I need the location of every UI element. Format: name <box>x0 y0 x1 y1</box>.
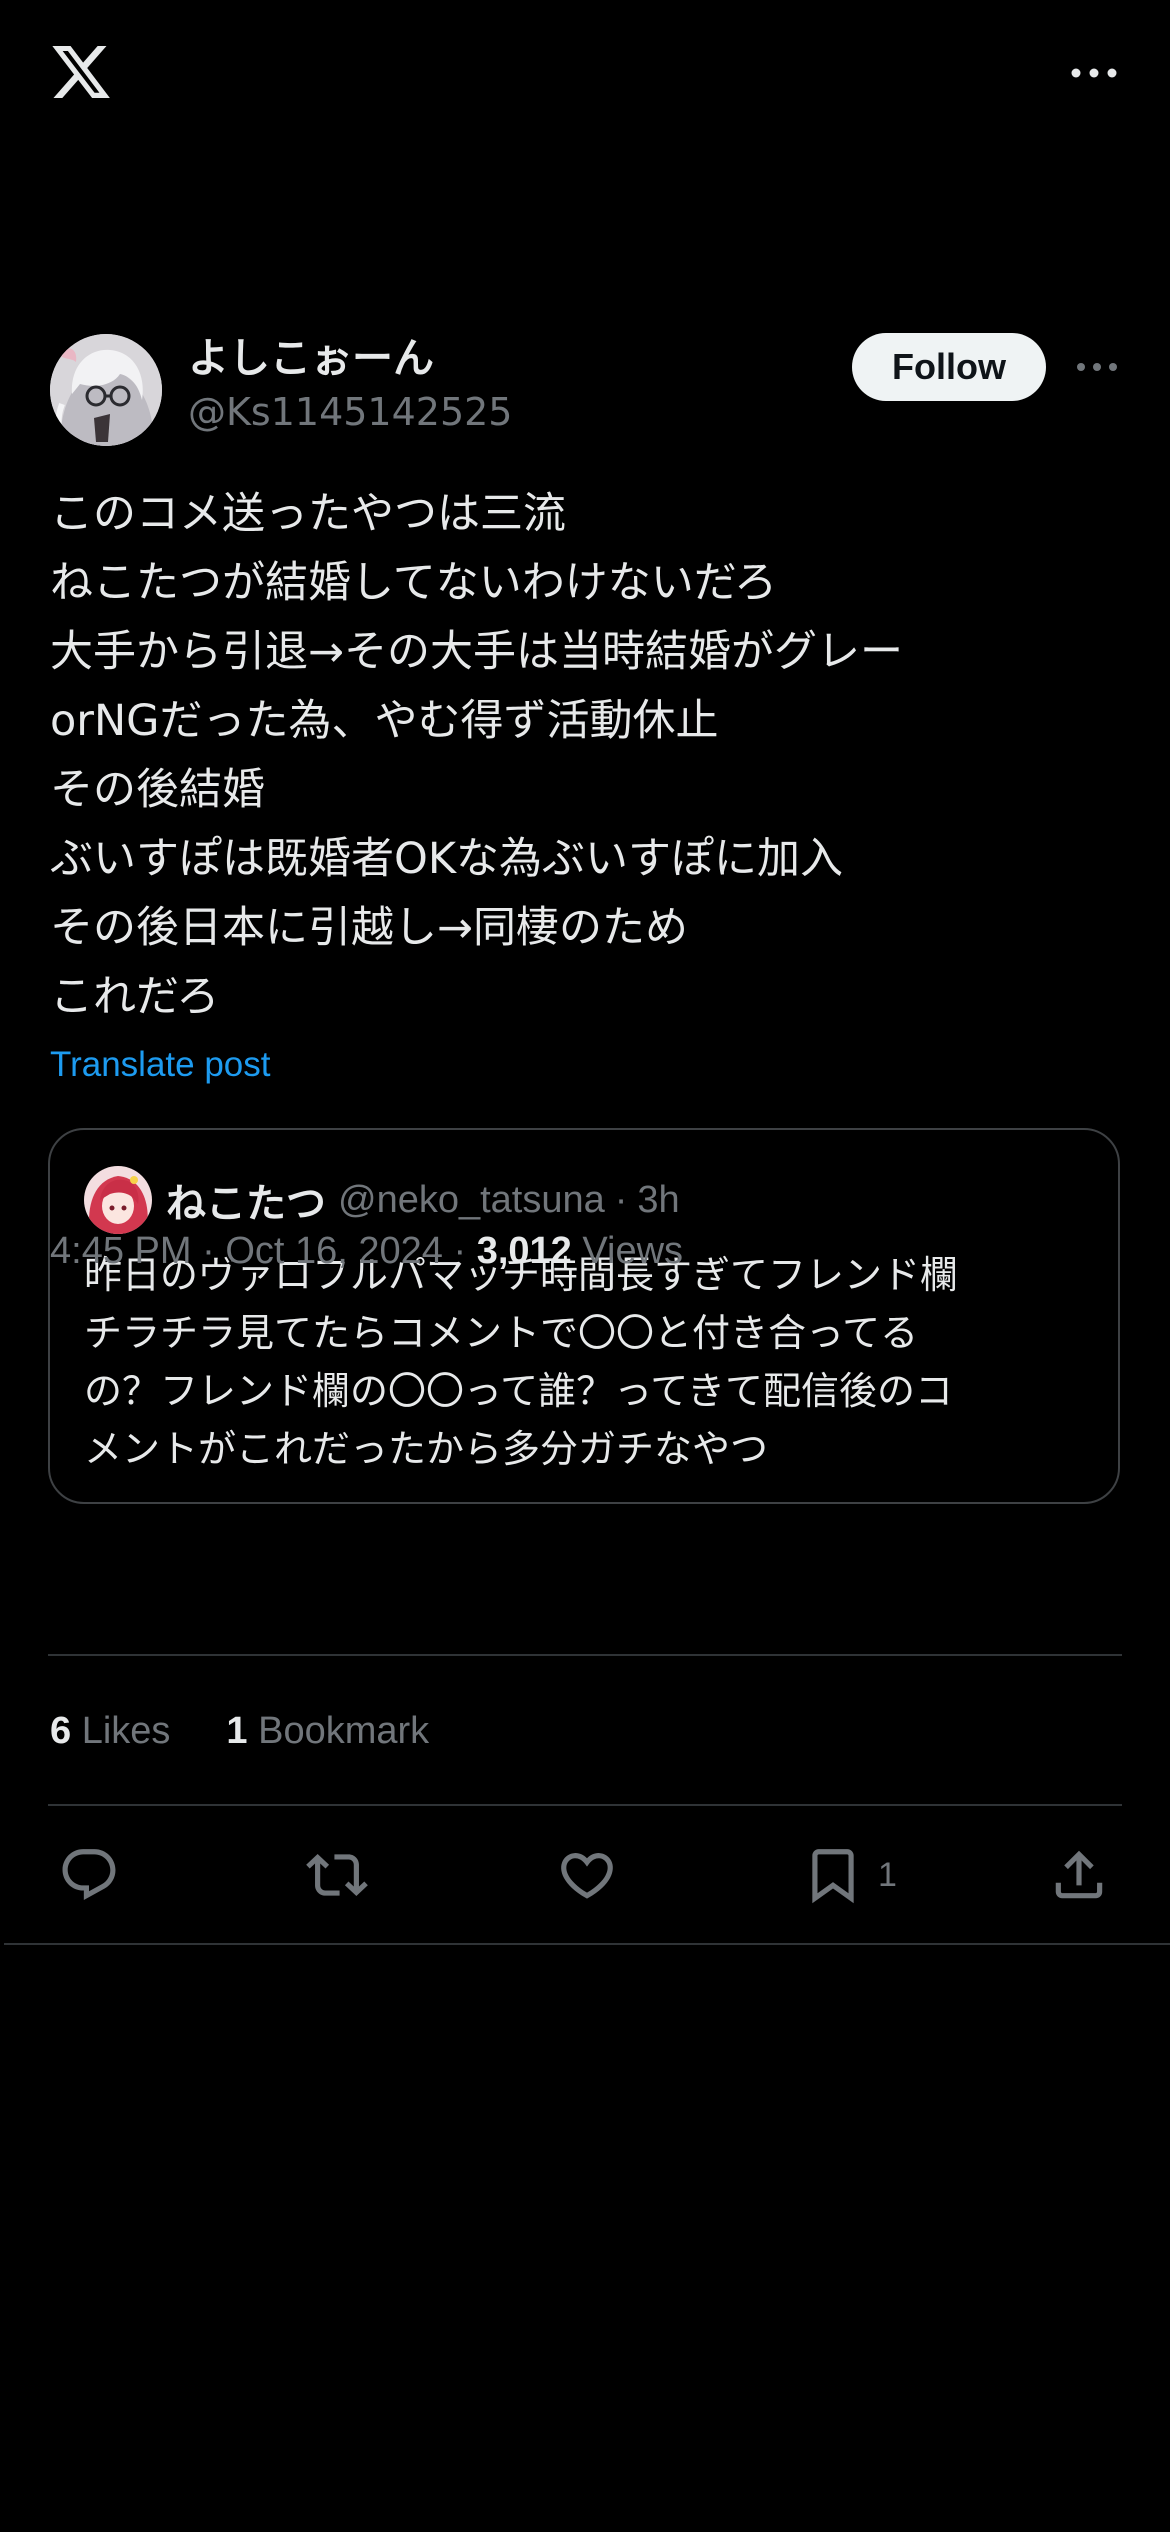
bookmarks-label: Bookmark <box>258 1710 430 1752</box>
quoted-text-line: メントがこれだったから多分ガチなやつ <box>84 1427 769 1471</box>
divider <box>48 1804 1122 1806</box>
avatar[interactable] <box>50 334 162 446</box>
quoted-text-line: チラチラ見てたらコメントで〇〇と付き合ってる <box>84 1311 919 1355</box>
bookmarks-stat[interactable]: 1 Bookmark <box>226 1710 429 1752</box>
repost-button[interactable] <box>306 1840 368 1910</box>
user-handle[interactable]: @Ks1145142525 <box>188 387 512 437</box>
post-time[interactable]: 4:45 PM <box>50 1230 192 1272</box>
display-name[interactable]: よしこぉーん <box>188 330 434 386</box>
like-button[interactable] <box>556 1840 618 1910</box>
post-text-line: 大手から引退→その大手は当時結婚がグレー <box>50 627 904 677</box>
share-button[interactable] <box>1048 1840 1110 1910</box>
quoted-text-line: の？フレンド欄の〇〇って誰？ってきて配信後のコ <box>84 1369 954 1413</box>
post-text-line: orNGだった為、やむ得ず活動休止 <box>50 696 719 746</box>
divider <box>48 1654 1122 1656</box>
meta-separator: · <box>453 1230 467 1272</box>
repost-icon <box>306 1854 368 1896</box>
post-text-line: これだろ <box>50 972 220 1022</box>
top-bar <box>0 0 1170 150</box>
post-date[interactable]: Oct 16, 2024 <box>225 1230 443 1272</box>
post-text: このコメ送ったやつは三流 ねこたつが結婚してないわけないだろ 大手から引退→その… <box>50 480 1120 1032</box>
quoted-post[interactable]: ねこたつ @neko_tatsuna · 3h 昨日のヴァロフルパマッチ時間長す… <box>48 1128 1120 1504</box>
x-logo-icon[interactable] <box>46 40 116 104</box>
likes-label: Likes <box>81 1710 171 1752</box>
meta-separator: · <box>202 1230 215 1272</box>
quoted-header: ねこたつ @neko_tatsuna · 3h <box>166 1166 680 1234</box>
post-text-line: このコメ送ったやつは三流 <box>50 489 566 539</box>
post-text-line: その後日本に引越し→同棲のため <box>50 903 689 953</box>
avatar-image <box>50 334 162 446</box>
more-horizontal-icon[interactable] <box>1068 58 1120 88</box>
quoted-handle[interactable]: @neko_tatsuna <box>338 1179 605 1222</box>
quoted-time[interactable]: 3h <box>637 1179 679 1222</box>
post-text-line: その後結婚 <box>50 765 265 815</box>
quoted-separator: · <box>614 1178 628 1221</box>
views-label: Views <box>582 1230 684 1272</box>
bookmark-count: 1 <box>878 1855 897 1894</box>
likes-stat[interactable]: 6 Likes <box>50 1710 170 1752</box>
bookmarks-count: 1 <box>226 1710 248 1752</box>
quoted-text: 昨日のヴァロフルパマッチ時間長すぎてフレンド欄 チラチラ見てたらコメントで〇〇と… <box>84 1246 1094 1478</box>
post-text-line: ねこたつが結婚してないわけないだろ <box>50 558 778 608</box>
post-text-line: ぶいすぽは既婚者OKな為ぶいすぽに加入 <box>50 834 844 884</box>
share-icon <box>1055 1850 1103 1899</box>
views-count: 3,012 <box>476 1230 572 1272</box>
more-horizontal-icon[interactable] <box>1074 354 1120 380</box>
quoted-display-name[interactable]: ねこたつ <box>166 1171 326 1229</box>
post-meta: 4:45 PM · Oct 16, 2024 · 3,012 Views <box>50 1226 683 1276</box>
quoted-avatar-image <box>84 1166 152 1234</box>
bookmark-icon <box>812 1849 854 1904</box>
reply-icon <box>62 1849 116 1901</box>
reply-button[interactable] <box>58 1840 120 1910</box>
quoted-avatar[interactable] <box>84 1166 152 1234</box>
post-stats: 6 Likes 1 Bookmark <box>50 1706 485 1756</box>
bookmark-button[interactable]: 1 <box>802 1840 897 1910</box>
follow-button[interactable]: Follow <box>852 333 1046 401</box>
divider <box>4 1943 1170 1945</box>
translate-post-link[interactable]: Translate post <box>50 1042 270 1088</box>
like-icon <box>561 1853 613 1899</box>
likes-count: 6 <box>50 1710 72 1752</box>
